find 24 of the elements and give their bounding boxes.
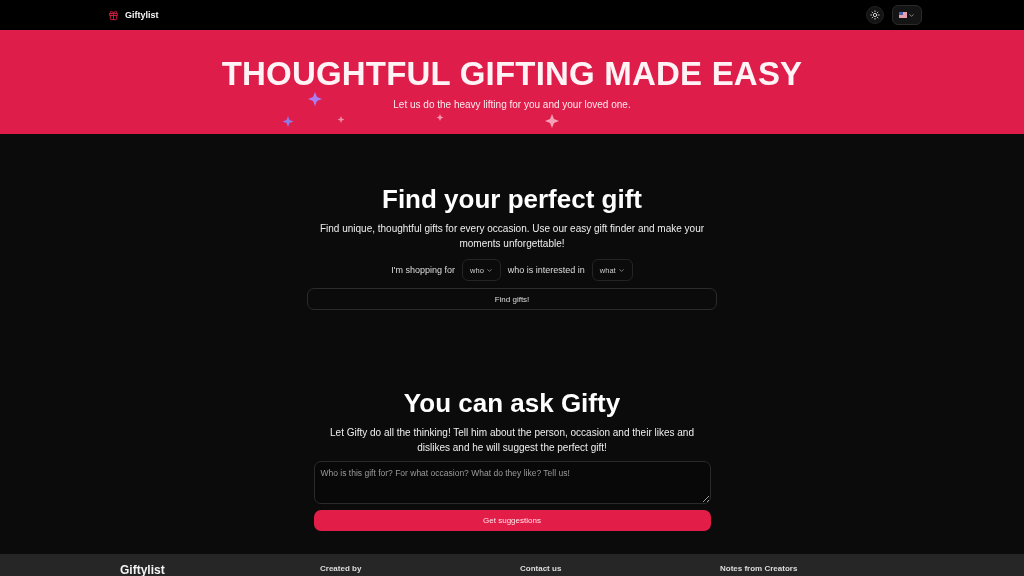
- finder-title: Find your perfect gift: [382, 184, 642, 215]
- shopping-for-label: I'm shopping for: [391, 265, 456, 275]
- chevron-down-icon: [485, 266, 493, 274]
- footer-heading: Created by: [320, 564, 363, 573]
- interest-label: who is interested in: [507, 265, 585, 275]
- theme-toggle-button[interactable]: [866, 6, 884, 24]
- brand-name: Giftylist: [125, 10, 159, 20]
- flag-icon: [899, 12, 907, 18]
- gift-icon: [108, 9, 119, 21]
- chevron-down-icon: [908, 11, 915, 19]
- gift-description-field[interactable]: Who is this gift for? For what occasion? What do they like? Tell us!: [313, 461, 711, 504]
- footer-heading: Contact us: [520, 564, 563, 573]
- footer-brand: Giftylist: [120, 564, 166, 576]
- language-button[interactable]: [892, 5, 922, 25]
- get-suggestions-button[interactable]: Get suggestions: [313, 510, 711, 531]
- ask-title: You can ask Gifty: [403, 388, 621, 419]
- footer-heading: Notes from Creators: [720, 564, 799, 573]
- hero-subtitle: Let us do the heavy lifting for you and your loved one.: [393, 98, 631, 110]
- find-gifts-button[interactable]: Find gifts!: [307, 288, 717, 310]
- finder-description: Find unique, thoughtful gifts for every occasion. Use our easy gift finder and make your moments unforgettable!: [318, 222, 706, 251]
- chevron-down-icon: [617, 266, 625, 274]
- sun-icon: [870, 10, 880, 20]
- ask-description: Let Gifty do all the thinking! Tell him about the person, occasion and their likes and dislikes and he will suggest the perfect gift!: [329, 426, 695, 455]
- hero-title: THOUGHTFUL GIFTING MADE EASY: [221, 54, 803, 93]
